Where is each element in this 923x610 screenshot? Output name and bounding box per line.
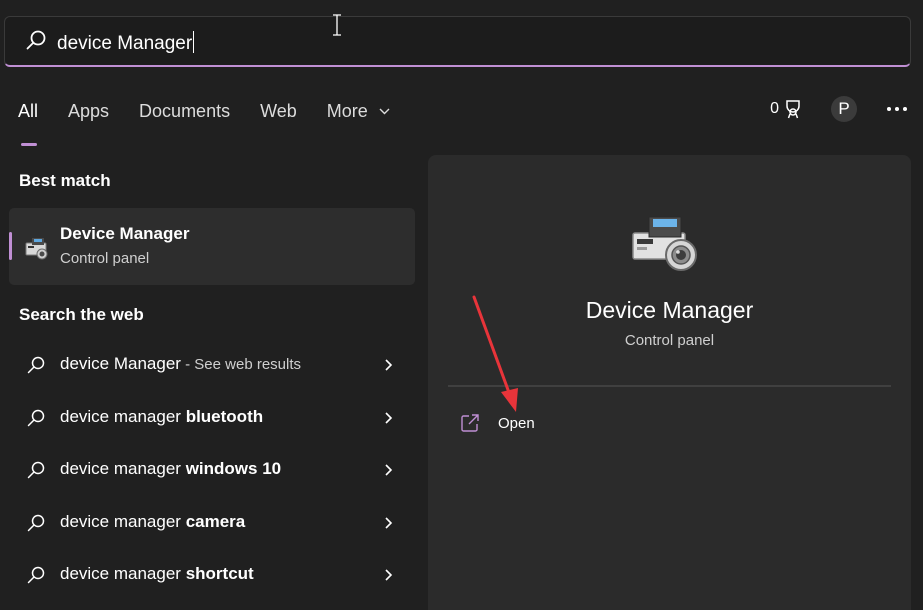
web-result-bold: camera — [185, 512, 246, 531]
search-icon — [27, 461, 45, 479]
web-result-bold: shortcut — [185, 564, 254, 583]
web-result-text: device manager — [60, 512, 186, 531]
web-result-text: device manager — [60, 564, 186, 583]
device-manager-icon — [632, 216, 697, 271]
tab-web[interactable]: Web — [260, 98, 297, 138]
best-match-heading: Best match — [19, 171, 111, 190]
divider — [448, 385, 891, 387]
detail-subtitle: Control panel — [624, 332, 715, 349]
web-result-text: device manager — [60, 407, 186, 426]
tab-label: Apps — [68, 101, 110, 121]
chevron-right-icon — [385, 464, 393, 476]
search-query: device Manager — [57, 33, 193, 54]
web-result-bold: windows 10 — [185, 459, 282, 478]
tab-label: Documents — [139, 101, 231, 121]
search-icon — [27, 409, 45, 427]
tab-label: Web — [260, 101, 297, 121]
tab-more[interactable]: More — [327, 98, 390, 138]
device-manager-icon — [25, 238, 48, 260]
best-match-result[interactable]: Device Manager Control panel — [9, 208, 415, 285]
web-result-item[interactable]: device manager bluetooth — [9, 394, 415, 442]
tab-label: All — [18, 101, 39, 121]
result-name: Device Manager — [60, 224, 190, 243]
result-type: Control panel — [60, 250, 150, 267]
rewards-points[interactable]: 0 — [770, 99, 803, 119]
chevron-right-icon — [385, 412, 393, 424]
chevron-right-icon — [385, 569, 393, 581]
search-icon — [27, 356, 45, 374]
avatar[interactable]: P — [831, 96, 857, 122]
web-result-item[interactable]: device manager camera — [9, 499, 415, 547]
search-input[interactable]: device Manager — [57, 31, 195, 55]
web-result-hint: - See web results — [180, 356, 302, 373]
search-icon — [27, 566, 45, 584]
open-button[interactable]: Open — [460, 413, 535, 433]
search-web-heading: Search the web — [19, 305, 144, 324]
text-caret — [193, 31, 195, 53]
web-result-item[interactable]: device manager shortcut — [9, 551, 415, 599]
web-result-text: device manager — [60, 459, 186, 478]
search-icon — [27, 514, 45, 532]
tab-label: More — [326, 101, 368, 121]
header-tools: 0 P — [770, 95, 907, 123]
chevron-right-icon — [385, 359, 393, 371]
ellipsis-icon[interactable] — [887, 107, 907, 111]
web-result-bold: bluetooth — [185, 407, 264, 426]
detail-title: Device Manager — [585, 297, 754, 323]
chevron-right-icon — [385, 517, 393, 529]
tab-documents[interactable]: Documents — [139, 98, 230, 138]
chevron-down-icon — [379, 108, 390, 115]
web-result-item[interactable]: device manager windows 10 — [9, 446, 415, 494]
windows-search-window: device Manager All Apps Documents Web Mo… — [0, 0, 923, 610]
ibeam-cursor-icon — [333, 14, 341, 36]
active-tab-indicator — [21, 143, 37, 146]
result-detail-panel: Device Manager Control panel Open — [428, 155, 911, 610]
search-icon — [26, 30, 46, 50]
tab-apps[interactable]: Apps — [68, 98, 109, 138]
avatar-initial: P — [838, 99, 850, 118]
open-label: Open — [498, 414, 535, 432]
selection-indicator — [9, 232, 12, 260]
points-count: 0 — [770, 100, 779, 117]
tab-all[interactable]: All — [18, 98, 39, 146]
web-result-item[interactable]: device Manager - See web results — [9, 341, 415, 389]
trophy-icon — [786, 100, 800, 119]
filter-tabs: All Apps Documents Web More — [18, 98, 420, 146]
search-box[interactable]: device Manager — [4, 16, 911, 67]
web-result-text: device Manager — [60, 354, 181, 373]
open-external-icon — [461, 414, 479, 432]
